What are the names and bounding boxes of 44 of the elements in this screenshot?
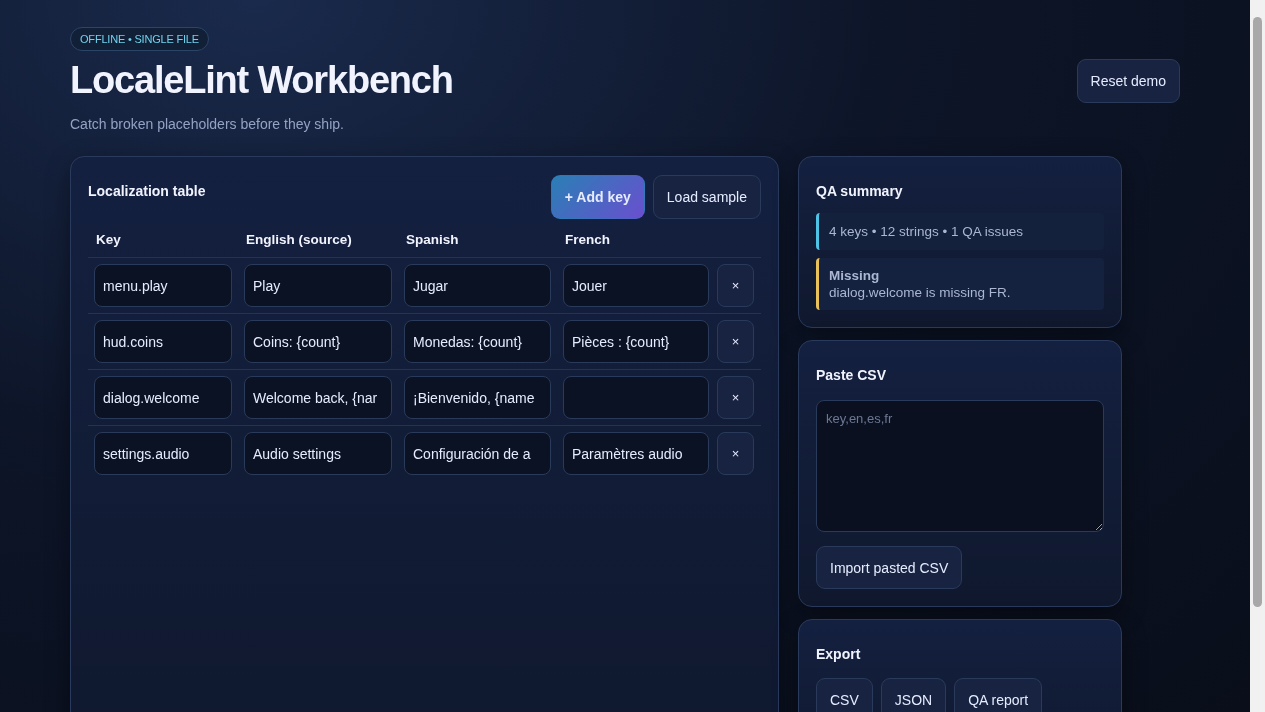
- table-input[interactable]: Configuración de a: [404, 432, 551, 475]
- page-subtitle: Catch broken placeholders before they ship.: [70, 116, 344, 132]
- stats-text: 4 keys • 12 strings • 1 QA issues: [816, 213, 1104, 250]
- table-input[interactable]: Monedas: {count}: [404, 320, 551, 363]
- column-header: Key: [95, 232, 122, 247]
- card-title: Paste CSV: [816, 367, 887, 383]
- table-input[interactable]: Audio settings: [244, 432, 392, 475]
- issue-text: dialog.welcome is missing FR.: [829, 285, 1012, 300]
- card-title: Localization table: [88, 183, 206, 199]
- delete-button[interactable]: ×: [717, 264, 754, 307]
- reset-button[interactable]: Reset demo: [1076, 59, 1180, 103]
- column-header: French: [564, 232, 611, 247]
- delete-button[interactable]: ×: [717, 376, 754, 419]
- csv-input-field[interactable]: key,en,es,fr: [816, 400, 1104, 532]
- page-title: LocaleLint Workbench: [70, 59, 453, 102]
- table-input[interactable]: Jugar: [404, 264, 551, 307]
- export-button[interactable]: JSON: [880, 678, 947, 712]
- table-input[interactable]: Welcome back, {nar: [244, 376, 392, 419]
- table-input[interactable]: hud.coins: [94, 320, 232, 363]
- column-header: Spanish: [405, 232, 460, 247]
- table-input[interactable]: Play: [244, 264, 392, 307]
- add-key-button[interactable]: + Add key: [550, 175, 645, 219]
- export-button[interactable]: QA report: [954, 678, 1043, 712]
- table-input[interactable]: dialog.welcome: [94, 376, 232, 419]
- table-input[interactable]: Paramètres audio: [563, 432, 709, 475]
- table-input[interactable]: Jouer: [563, 264, 709, 307]
- table-input[interactable]: Pièces : {count}: [563, 320, 709, 363]
- load-sample-button[interactable]: Load sample: [652, 175, 761, 219]
- import-button[interactable]: Import pasted CSV: [816, 546, 963, 589]
- scrollbar[interactable]: [1250, 0, 1265, 712]
- card-title: QA summary: [816, 183, 903, 199]
- table-input[interactable]: ¡Bienvenido, {name: [404, 376, 551, 419]
- table-input[interactable]: [563, 376, 709, 419]
- delete-button[interactable]: ×: [717, 320, 754, 363]
- table-input[interactable]: menu.play: [94, 264, 232, 307]
- table-input[interactable]: Coins: {count}: [244, 320, 392, 363]
- card-title: Export: [816, 646, 861, 662]
- export-button[interactable]: CSV: [816, 678, 873, 712]
- delete-button[interactable]: ×: [717, 432, 754, 475]
- mode-badge: OFFLINE • SINGLE FILE: [70, 27, 209, 51]
- scroll-thumb[interactable]: [1253, 17, 1262, 607]
- column-header: English (source): [245, 232, 353, 247]
- issue-title: Missing: [829, 268, 881, 283]
- table-input[interactable]: settings.audio: [94, 432, 232, 475]
